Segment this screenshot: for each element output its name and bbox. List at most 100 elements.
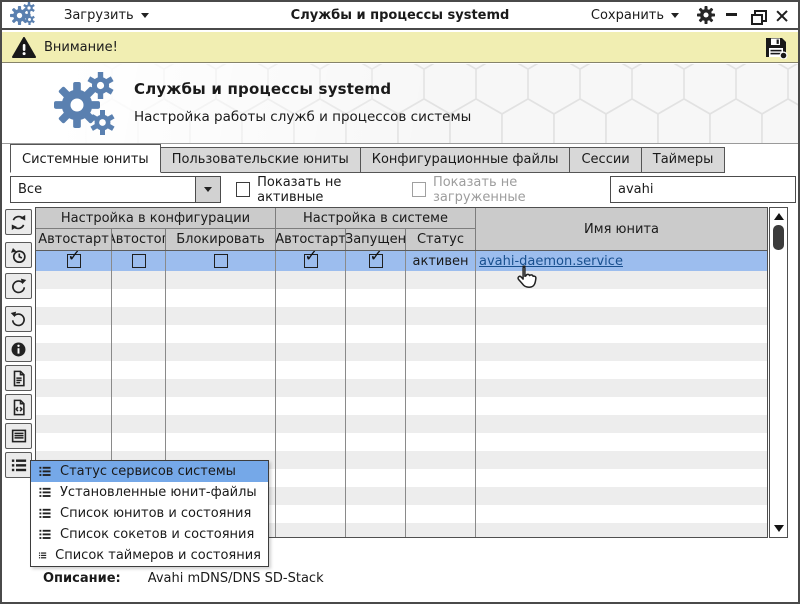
list-icon: [38, 486, 52, 499]
table-header: Настройка в конфигурации Настройка в сис…: [36, 208, 767, 251]
banner-title: Службы и процессы systemd: [134, 80, 391, 98]
checkbox-autostop[interactable]: [132, 254, 146, 268]
show-unloaded-label: Показать не загруженные: [433, 175, 597, 205]
hand-cursor-icon: [514, 264, 538, 295]
checkbox-autostart-config[interactable]: ✓: [67, 254, 81, 268]
refresh-button[interactable]: [5, 209, 32, 235]
settings-gear-icon[interactable]: [697, 6, 715, 24]
undo-icon: [9, 310, 28, 329]
redo-button[interactable]: [5, 273, 32, 299]
description-label: Описание:: [43, 571, 121, 586]
table-row-empty: [36, 343, 767, 361]
journal-button[interactable]: [5, 423, 32, 449]
warning-text: Внимание!: [44, 40, 118, 55]
history-clock-icon: [9, 246, 28, 265]
history-restore-button[interactable]: [5, 242, 32, 268]
category-combobox[interactable]: Все: [10, 176, 221, 203]
file-icon: [10, 369, 28, 388]
header-banner: Службы и процессы systemd Настройка рабо…: [2, 64, 798, 144]
load-menu-button[interactable]: Загрузить: [56, 5, 157, 26]
table-row-empty: [36, 379, 767, 397]
menu-item-timers-list[interactable]: Список таймеров и состояния: [31, 545, 268, 566]
show-unloaded-checkbox-group: Показать не загруженные: [412, 175, 597, 205]
app-logo-gears: [54, 70, 132, 140]
tab-user-units[interactable]: Пользовательские юниты: [160, 147, 361, 173]
info-icon: [9, 340, 28, 359]
lists-context-menu: Статус сервисов системы Установленные юн…: [30, 460, 269, 567]
table-row-empty: [36, 325, 767, 343]
titlebar: Загрузить Службы и процессы systemd Сохр…: [2, 2, 798, 30]
redo-icon: [9, 277, 28, 296]
warning-triangle-icon: [12, 37, 36, 58]
chevron-down-icon: [671, 13, 679, 18]
col-header-unit-name: Имя юнита: [476, 208, 767, 250]
list-icon: [38, 507, 52, 520]
save-menu-label: Сохранить: [591, 8, 664, 23]
tab-bar: Системные юниты Пользовательские юниты К…: [10, 145, 725, 173]
col-header-status: Статус: [406, 229, 476, 250]
col-header-autostop: Автостоп: [112, 229, 166, 250]
menu-item-services-status[interactable]: Статус сервисов системы: [31, 461, 268, 482]
status-cell: активен: [406, 251, 476, 271]
table-row-empty: [36, 271, 767, 289]
app-window: Загрузить Службы и процессы systemd Сохр…: [0, 0, 800, 604]
table-row-empty: [36, 433, 767, 451]
undo-button[interactable]: [5, 306, 32, 332]
menu-item-units-list[interactable]: Список юнитов и состояния: [31, 503, 268, 524]
journal-icon: [10, 427, 28, 445]
tab-system-units[interactable]: Системные юниты: [10, 144, 161, 173]
save-floppy-icon[interactable]: [764, 36, 788, 59]
checkbox-block[interactable]: [214, 254, 228, 268]
menu-item-sockets-list[interactable]: Список сокетов и состояния: [31, 524, 268, 545]
combobox-value: Все: [11, 177, 195, 202]
save-menu-button[interactable]: Сохранить: [583, 5, 687, 26]
edit-file-button[interactable]: [5, 394, 32, 420]
scroll-down-arrow-icon[interactable]: [774, 525, 784, 532]
search-input[interactable]: [610, 176, 796, 203]
table-row-selected[interactable]: ✓ ✓ ✓ активен avahi-daemon.service: [36, 251, 767, 271]
show-file-button[interactable]: [5, 365, 32, 391]
checkbox-running[interactable]: ✓: [369, 254, 383, 268]
description-row: Описание: Avahi mDNS/DNS SD-Stack: [43, 571, 324, 586]
banner-subtitle: Настройка работы служб и процессов систе…: [134, 109, 471, 125]
file-code-icon: [10, 398, 28, 417]
minimize-button[interactable]: [725, 8, 740, 23]
show-inactive-checkbox-group[interactable]: Показать не активные: [236, 175, 397, 205]
show-inactive-label: Показать не активные: [257, 175, 397, 205]
list-icon: [38, 528, 52, 541]
show-unloaded-checkbox: [412, 182, 426, 197]
description-value: Avahi mDNS/DNS SD-Stack: [148, 571, 324, 586]
scrollbar-thumb[interactable]: [773, 225, 784, 250]
vertical-scrollbar[interactable]: [769, 207, 788, 538]
unit-name-link[interactable]: avahi-daemon.service: [479, 254, 623, 269]
info-button[interactable]: [5, 336, 32, 362]
show-inactive-checkbox[interactable]: [236, 182, 250, 197]
group-header-system: Настройка в системе: [276, 208, 476, 229]
refresh-icon: [9, 213, 28, 232]
tab-sessions[interactable]: Сессии: [569, 147, 641, 173]
checkbox-autostart-system[interactable]: ✓: [304, 254, 318, 268]
chevron-down-icon: [141, 13, 149, 18]
filter-row: Все Показать не активные Показать не заг…: [10, 176, 796, 203]
chevron-down-icon: [204, 187, 212, 192]
close-button[interactable]: [775, 8, 790, 23]
list-menu-icon: [10, 457, 28, 474]
menu-item-installed-unit-files[interactable]: Установленные юнит-файлы: [31, 482, 268, 503]
table-row-empty: [36, 397, 767, 415]
col-header-block: Блокировать: [166, 229, 276, 250]
app-gears-icon: [10, 2, 44, 28]
load-menu-label: Загрузить: [64, 8, 134, 23]
table-row-empty: [36, 307, 767, 325]
combobox-dropdown-button[interactable]: [195, 177, 220, 202]
warning-bar: Внимание!: [2, 32, 798, 63]
tab-config-files[interactable]: Конфигурационные файлы: [360, 147, 571, 173]
list-icon: [38, 465, 52, 478]
tab-timers[interactable]: Таймеры: [641, 147, 726, 173]
maximize-button[interactable]: [750, 8, 765, 23]
list-icon: [38, 549, 47, 562]
system-lists-button[interactable]: [5, 452, 32, 478]
scroll-up-arrow-icon[interactable]: [774, 213, 784, 220]
table-row-empty: [36, 415, 767, 433]
table-row-empty: [36, 361, 767, 379]
group-header-config: Настройка в конфигурации: [36, 208, 276, 229]
